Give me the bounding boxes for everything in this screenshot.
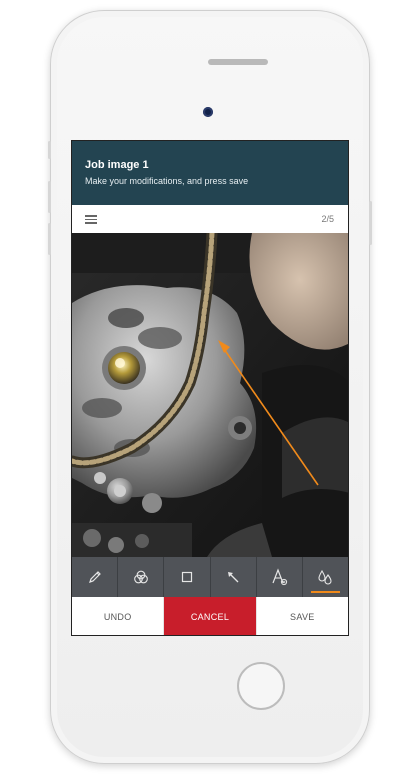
drops-icon (318, 569, 332, 585)
rectangle-icon (181, 571, 193, 583)
undo-button[interactable]: UNDO (72, 597, 165, 635)
cancel-button[interactable]: CANCEL (164, 597, 256, 635)
tool-text[interactable] (257, 557, 303, 597)
page-counter: 2/5 (321, 214, 334, 224)
tool-drops[interactable] (303, 557, 348, 597)
page-title: Job image 1 (85, 159, 149, 171)
image-toolbar: 2/5 (72, 205, 348, 234)
color-circles-icon (133, 570, 148, 584)
job-image[interactable] (72, 233, 348, 557)
home-button[interactable] (237, 662, 285, 710)
engine-photo (72, 233, 348, 557)
drawing-tools-bar (72, 557, 348, 597)
tool-color[interactable] (118, 557, 165, 597)
page-subtitle: Make your modifications, and press save (85, 176, 249, 186)
speaker-grille (208, 59, 268, 65)
tool-pencil[interactable] (72, 557, 119, 597)
app-screen: Job image 1 Make your modifications, and… (71, 140, 349, 636)
tool-rectangle[interactable] (164, 557, 211, 597)
pencil-icon (88, 571, 101, 583)
tool-arrow[interactable] (211, 557, 257, 597)
action-bar: UNDO CANCEL SAVE (72, 597, 348, 635)
front-camera (203, 107, 213, 117)
text-icon (272, 568, 288, 586)
mute-switch (48, 141, 51, 159)
volume-up-button (48, 181, 51, 213)
save-button[interactable]: SAVE (255, 597, 348, 635)
power-button (369, 201, 372, 245)
arrow-icon (228, 572, 239, 583)
volume-down-button (48, 223, 51, 255)
hamburger-icon[interactable] (85, 215, 97, 224)
app-header: Job image 1 Make your modifications, and… (72, 141, 348, 205)
